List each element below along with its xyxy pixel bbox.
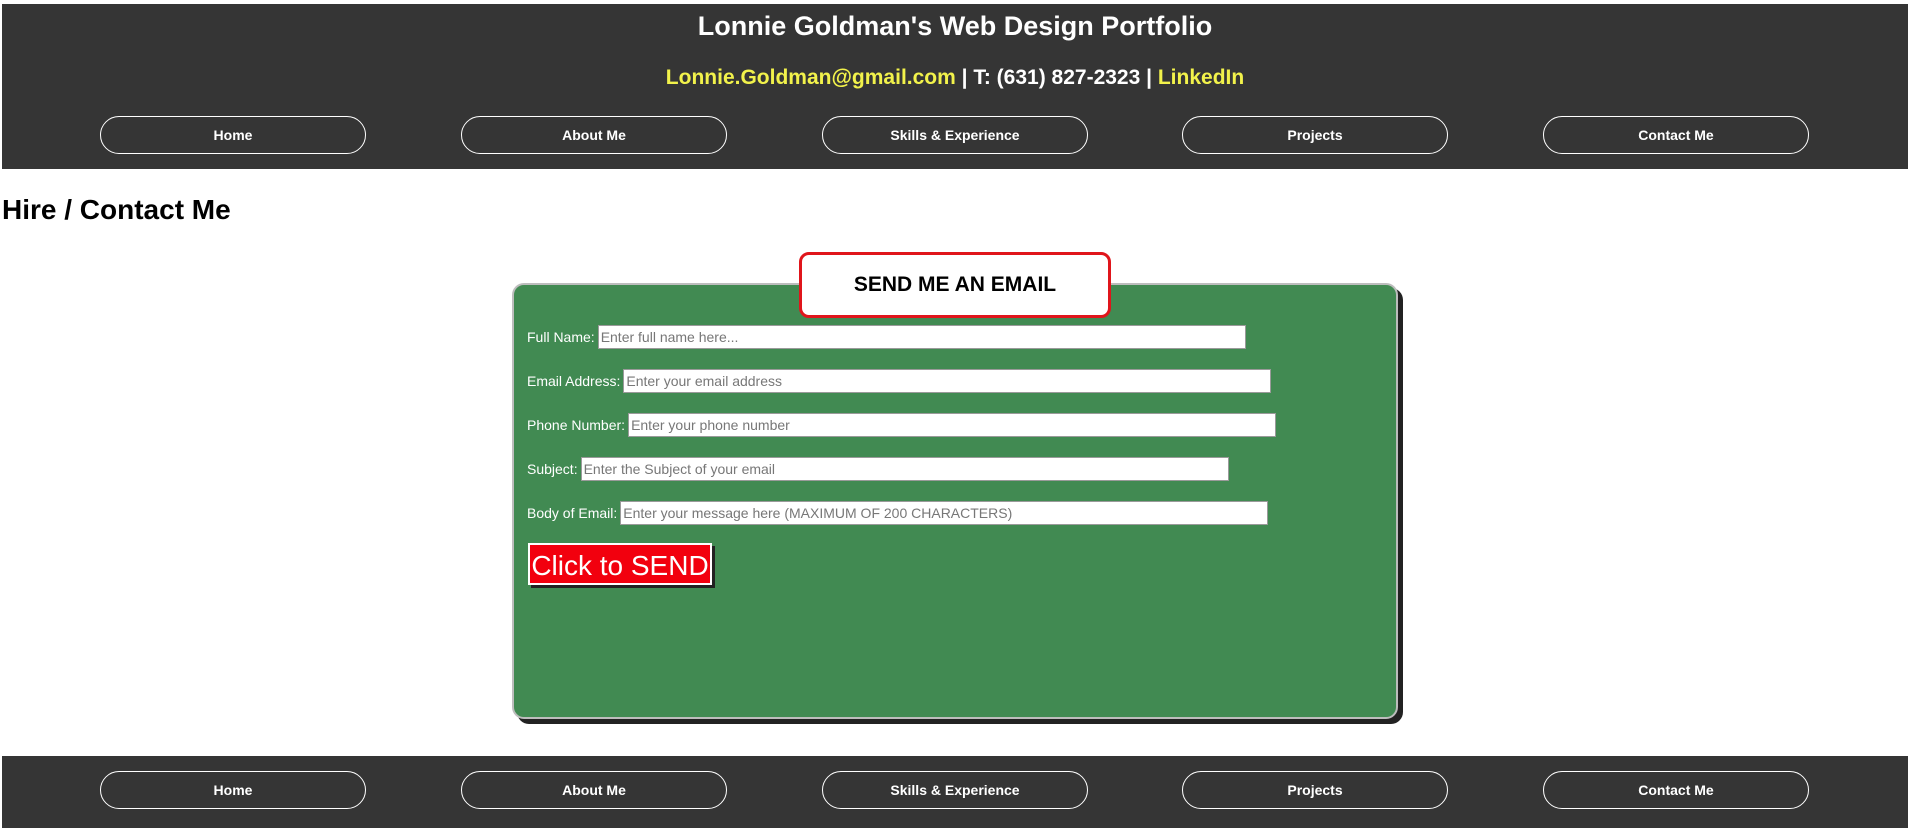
contact-line: Lonnie.Goldman@gmail.com | T: (631) 827-… bbox=[2, 64, 1908, 92]
phone-field[interactable] bbox=[628, 413, 1277, 437]
subject-label: Subject: bbox=[527, 461, 578, 477]
site-title: Lonnie Goldman's Web Design Portfolio bbox=[697, 11, 1213, 41]
nav-contact-button[interactable]: Contact Me bbox=[1543, 116, 1809, 154]
site-footer: Home About Me Skills & Experience Projec… bbox=[2, 756, 1908, 828]
top-nav: Home About Me Skills & Experience Projec… bbox=[2, 116, 1908, 154]
footer-nav-home-button[interactable]: Home bbox=[100, 771, 366, 809]
page-title: Hire / Contact Me bbox=[2, 194, 231, 225]
email-link[interactable]: Lonnie.Goldman@gmail.com bbox=[666, 66, 956, 89]
nav-about-button[interactable]: About Me bbox=[461, 116, 727, 154]
subject-field[interactable] bbox=[580, 457, 1229, 481]
bottom-nav: Home About Me Skills & Experience Projec… bbox=[2, 771, 1908, 809]
send-button[interactable]: Click to SEND bbox=[528, 543, 712, 585]
email-row: Email Address: bbox=[527, 368, 1272, 394]
body-label: Body of Email: bbox=[527, 505, 618, 521]
email-field[interactable] bbox=[623, 369, 1272, 393]
body-row: Body of Email: bbox=[527, 500, 1269, 526]
phone-number: T: (631) 827-2323 bbox=[973, 66, 1141, 89]
full-name-label: Full Name: bbox=[527, 329, 595, 345]
form-title-badge: SEND ME AN EMAIL bbox=[799, 252, 1111, 318]
contact-separator: | bbox=[1140, 66, 1158, 89]
subject-row: Subject: bbox=[527, 456, 1229, 482]
nav-skills-button[interactable]: Skills & Experience bbox=[822, 116, 1088, 154]
email-form: Full Name: Email Address: Phone Number: … bbox=[512, 283, 1398, 719]
contact-separator: | bbox=[955, 66, 974, 89]
footer-nav-projects-button[interactable]: Projects bbox=[1182, 771, 1448, 809]
site-header: Lonnie Goldman's Web Design Portfolio Lo… bbox=[2, 4, 1908, 169]
full-name-row: Full Name: bbox=[527, 324, 1246, 350]
phone-row: Phone Number: bbox=[527, 412, 1277, 438]
linkedin-link[interactable]: LinkedIn bbox=[1158, 66, 1244, 89]
phone-label: Phone Number: bbox=[527, 417, 626, 433]
footer-nav-skills-button[interactable]: Skills & Experience bbox=[822, 771, 1088, 809]
nav-home-button[interactable]: Home bbox=[100, 116, 366, 154]
email-label: Email Address: bbox=[527, 373, 621, 389]
footer-nav-contact-button[interactable]: Contact Me bbox=[1543, 771, 1809, 809]
nav-projects-button[interactable]: Projects bbox=[1182, 116, 1448, 154]
body-field[interactable] bbox=[620, 501, 1269, 525]
footer-nav-about-button[interactable]: About Me bbox=[461, 771, 727, 809]
full-name-field[interactable] bbox=[597, 325, 1246, 349]
